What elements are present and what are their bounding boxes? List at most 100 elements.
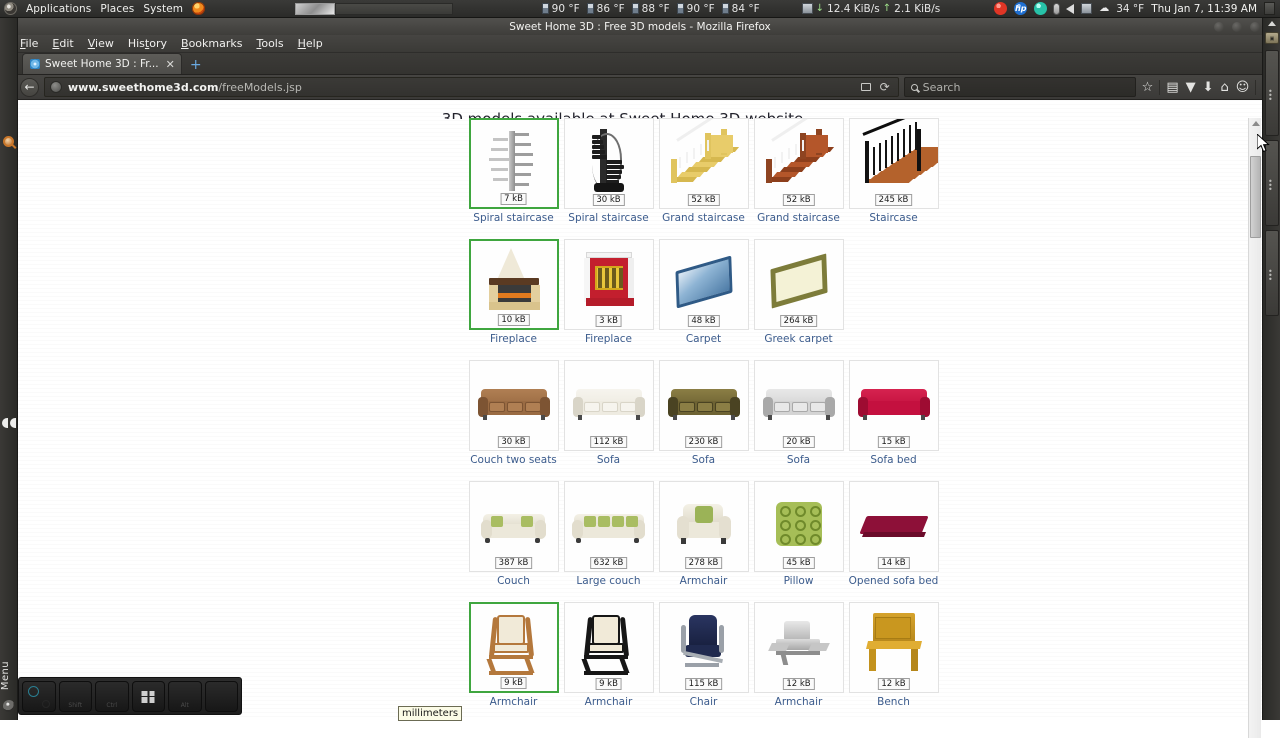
display-icon[interactable] bbox=[1081, 3, 1092, 14]
model-cell[interactable]: 10 kBFireplace bbox=[466, 239, 561, 360]
firefox-titlebar[interactable]: Sweet Home 3D : Free 3D models - Mozilla… bbox=[0, 18, 1280, 35]
model-name-link[interactable]: Sofa bbox=[787, 454, 810, 466]
menu-history[interactable]: History bbox=[128, 37, 167, 50]
model-cell[interactable]: 387 kBCouch bbox=[466, 481, 561, 602]
model-cell[interactable]: 12 kBBench bbox=[846, 602, 941, 720]
model-preview-box[interactable]: 30 kB bbox=[564, 118, 654, 209]
page-scrollbar[interactable] bbox=[1248, 118, 1261, 738]
model-cell[interactable]: 7 kB Spiral staircase bbox=[466, 118, 561, 239]
model-preview-box[interactable]: 7 kB bbox=[469, 118, 559, 209]
model-name-link[interactable]: Large couch bbox=[576, 575, 640, 587]
menu-view[interactable]: View bbox=[88, 37, 114, 50]
model-name-link[interactable]: Fireplace bbox=[490, 333, 537, 345]
model-name-link[interactable]: Grand staircase bbox=[757, 212, 840, 224]
model-cell[interactable]: 230 kBSofa bbox=[656, 360, 751, 481]
new-tab-button[interactable]: + bbox=[182, 58, 210, 74]
reader-list-icon[interactable]: ▤ bbox=[1165, 81, 1179, 94]
magnifier-icon[interactable] bbox=[3, 136, 14, 147]
tab-sweet-home-3d[interactable]: Sweet Home 3D : Fr... ✕ bbox=[22, 53, 182, 74]
model-name-link[interactable]: Couch two seats bbox=[470, 454, 557, 466]
window-thumbnail-preview[interactable] bbox=[295, 3, 335, 15]
keyboard-key[interactable]: Alt bbox=[168, 681, 202, 712]
downloads-icon[interactable]: ⬇ bbox=[1202, 81, 1215, 94]
network-monitor[interactable]: ↓ 12.4 KiB/s ↑ 2.1 KiB/s bbox=[802, 3, 941, 15]
teal-indicator-icon[interactable] bbox=[1034, 2, 1047, 15]
temp-sensor-3[interactable]: 88 °F bbox=[632, 3, 670, 15]
session-indicator-icon[interactable] bbox=[1264, 2, 1275, 15]
model-preview-box[interactable]: 45 kB bbox=[754, 481, 844, 572]
model-name-link[interactable]: Sofa bbox=[692, 454, 715, 466]
model-cell[interactable]: 45 kB Pillow bbox=[751, 481, 846, 602]
model-preview-box[interactable]: 115 kB bbox=[659, 602, 749, 693]
record-indicator-icon[interactable] bbox=[994, 2, 1007, 15]
model-preview-box[interactable]: 3 kB bbox=[564, 239, 654, 330]
menu-tools[interactable]: Tools bbox=[256, 37, 283, 50]
temp-sensor-2[interactable]: 86 °F bbox=[587, 3, 625, 15]
model-cell[interactable]: 9 kBArmchair bbox=[466, 602, 561, 720]
model-cell[interactable]: 30 kB Couch two seats bbox=[466, 360, 561, 481]
model-name-link[interactable]: Spiral staircase bbox=[473, 212, 553, 224]
model-name-link[interactable]: Staircase bbox=[869, 212, 917, 224]
bookmark-star-icon[interactable]: ☆ bbox=[1141, 81, 1155, 94]
model-name-link[interactable]: Couch bbox=[497, 575, 530, 587]
close-icon[interactable]: ✕ bbox=[164, 59, 175, 70]
model-cell[interactable]: 632 kB Large couch bbox=[561, 481, 656, 602]
menu-help[interactable]: Help bbox=[298, 37, 323, 50]
model-cell[interactable]: 15 kBSofa bed bbox=[846, 360, 941, 481]
model-preview-box[interactable]: 20 kB bbox=[754, 360, 844, 451]
model-preview-box[interactable]: 632 kB bbox=[564, 481, 654, 572]
bookmarks-sidebar-icon[interactable] bbox=[861, 83, 871, 91]
model-preview-box[interactable]: 12 kB bbox=[754, 602, 844, 693]
onscreen-keyboard[interactable]: ShiftCtrl Alt bbox=[18, 677, 242, 715]
model-cell[interactable]: 115 kBChair bbox=[656, 602, 751, 720]
menu-bookmarks[interactable]: Bookmarks bbox=[181, 37, 242, 50]
model-preview-box[interactable]: 245 kB bbox=[849, 118, 939, 209]
volume-icon[interactable] bbox=[1066, 4, 1074, 14]
model-cell[interactable]: 12 kB Armchair bbox=[751, 602, 846, 720]
model-preview-box[interactable]: 30 kB bbox=[469, 360, 559, 451]
model-name-link[interactable]: Carpet bbox=[686, 333, 721, 345]
model-preview-box[interactable]: 52 kB bbox=[659, 118, 749, 209]
pocket-icon[interactable]: ▼ bbox=[1185, 81, 1197, 94]
model-preview-box[interactable]: 278 kB bbox=[659, 481, 749, 572]
model-preview-box[interactable]: 264 kB bbox=[754, 239, 844, 330]
model-cell[interactable]: 30 kBSpiral staircase bbox=[561, 118, 656, 239]
model-cell[interactable]: 20 kB Sofa bbox=[751, 360, 846, 481]
home-icon[interactable]: ⌂ bbox=[1220, 81, 1230, 94]
model-preview-box[interactable]: 112 kB bbox=[564, 360, 654, 451]
model-name-link[interactable]: Armchair bbox=[775, 696, 823, 708]
scroll-up-arrow-icon[interactable] bbox=[1252, 121, 1260, 126]
keyboard-key[interactable] bbox=[132, 681, 166, 712]
model-name-link[interactable]: Pillow bbox=[784, 575, 814, 587]
microphone-icon[interactable] bbox=[1054, 4, 1059, 14]
menu-edit[interactable]: Edit bbox=[52, 37, 73, 50]
keyboard-key[interactable]: Ctrl bbox=[95, 681, 129, 712]
model-name-link[interactable]: Opened sofa bed bbox=[849, 575, 939, 587]
model-cell[interactable]: 278 kB Armchair bbox=[656, 481, 751, 602]
keyboard-key[interactable] bbox=[22, 681, 56, 712]
model-name-link[interactable]: Bench bbox=[877, 696, 910, 708]
model-cell[interactable]: 48 kBCarpet bbox=[656, 239, 751, 360]
screenshot-icon[interactable]: ▣ bbox=[1265, 32, 1279, 44]
model-name-link[interactable]: Armchair bbox=[680, 575, 728, 587]
ubuntu-logo-icon[interactable] bbox=[4, 2, 17, 15]
model-name-link[interactable]: Fireplace bbox=[585, 333, 632, 345]
reload-icon[interactable]: ⟳ bbox=[880, 80, 890, 94]
menu-orb-icon[interactable] bbox=[3, 700, 15, 712]
close-button[interactable] bbox=[1250, 22, 1260, 32]
model-preview-box[interactable]: 14 kB bbox=[849, 481, 939, 572]
model-preview-box[interactable]: 9 kB bbox=[564, 602, 654, 693]
hp-icon[interactable]: hp bbox=[1014, 2, 1027, 15]
model-cell[interactable]: 112 kB Sofa bbox=[561, 360, 656, 481]
model-name-link[interactable]: Greek carpet bbox=[764, 333, 832, 345]
url-input[interactable]: www.sweethome3d.com/freeModels.jsp ⟳ bbox=[44, 77, 899, 97]
model-name-link[interactable]: Armchair bbox=[490, 696, 538, 708]
model-preview-box[interactable]: 52 kB bbox=[754, 118, 844, 209]
system-menu[interactable]: System bbox=[143, 3, 183, 15]
model-name-link[interactable]: Sofa bbox=[597, 454, 620, 466]
model-name-link[interactable]: Armchair bbox=[585, 696, 633, 708]
temp-sensor-5[interactable]: 84 °F bbox=[722, 3, 760, 15]
weather-temperature[interactable]: 34 °F bbox=[1116, 3, 1144, 15]
keyboard-key[interactable]: Shift bbox=[59, 681, 93, 712]
clock[interactable]: Thu Jan 7, 11:39 AM bbox=[1151, 3, 1257, 15]
